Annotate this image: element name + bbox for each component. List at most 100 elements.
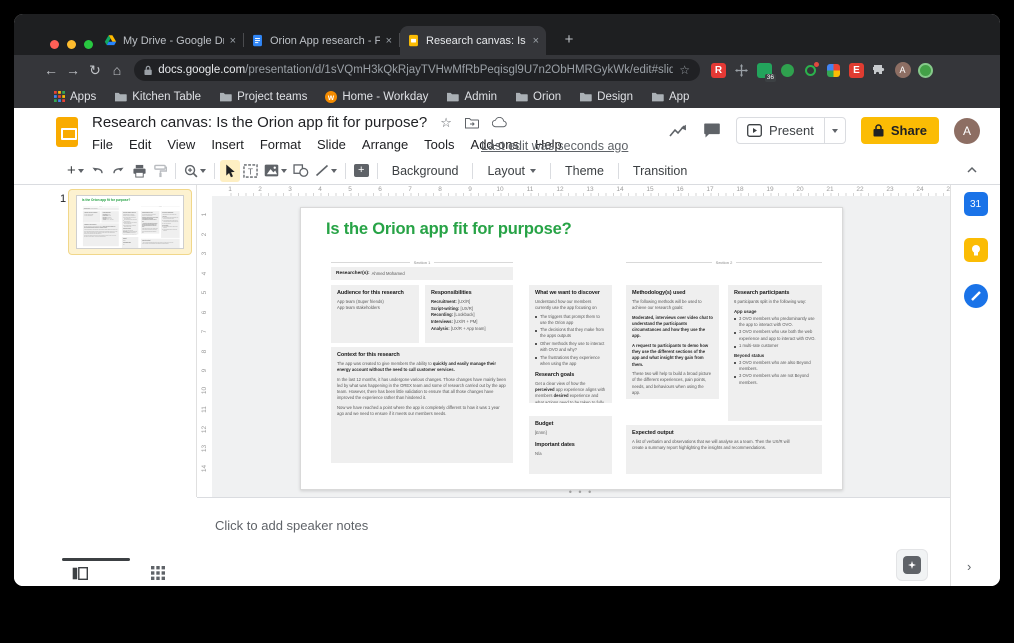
section-1-divider[interactable]: Section 1	[331, 258, 513, 266]
extension-e-icon[interactable]: E	[848, 62, 865, 79]
new-tab-button[interactable]: +	[559, 30, 579, 50]
bookmark-design[interactable]: Design	[579, 91, 633, 103]
extension-green-chat-icon[interactable]: 36	[756, 62, 773, 79]
undo-button[interactable]	[87, 160, 108, 182]
participants-card[interactable]: Research participants 6 participants spl…	[161, 211, 180, 238]
menu-item[interactable]: File	[92, 137, 113, 152]
zoom-window-button[interactable]	[84, 40, 93, 49]
back-button[interactable]: ←	[40, 59, 62, 81]
slide-title[interactable]: Is the Orion app fit for purpose?	[326, 220, 571, 239]
reload-button[interactable]: ↻	[84, 59, 106, 81]
tab-research-canvas[interactable]: Research canvas: Is the Orion ×	[400, 26, 546, 55]
slide-title[interactable]: Is the Orion app fit for purpose?	[82, 198, 130, 202]
explore-button[interactable]	[896, 549, 928, 581]
minimize-window-button[interactable]	[67, 40, 76, 49]
browser-menu-icon[interactable]	[917, 62, 934, 79]
menu-item[interactable]: Arrange	[362, 137, 408, 152]
print-button[interactable]	[129, 160, 150, 182]
context-card[interactable]: Context for this research The app was cr…	[331, 347, 513, 463]
tab-close-icon[interactable]: ×	[230, 35, 236, 47]
slides-logo-icon[interactable]	[56, 117, 78, 147]
menu-item[interactable]: Format	[260, 137, 301, 152]
document-title[interactable]: Research canvas: Is the Orion app fit fo…	[92, 114, 427, 131]
calendar-icon[interactable]: 31	[963, 191, 989, 217]
menu-item[interactable]: Slide	[317, 137, 346, 152]
insert-line-button[interactable]	[312, 160, 340, 182]
home-button[interactable]: ⌂	[106, 59, 128, 81]
audience-card[interactable]: Audience for this research App team (Sup…	[331, 285, 419, 343]
last-edit-status[interactable]: Last edit was seconds ago	[481, 139, 628, 153]
bookmark-project-teams[interactable]: Project teams	[219, 91, 307, 103]
bookmark-home-workday[interactable]: w Home - Workday	[325, 91, 428, 103]
methodology-card[interactable]: Methodology(s) used The following method…	[626, 285, 719, 399]
slide-page[interactable]: Is the Orion app fit for purpose? Sectio…	[300, 207, 843, 490]
extension-green-dot-icon[interactable]	[779, 62, 796, 79]
insert-image-button[interactable]	[261, 160, 290, 182]
bookmark-kitchen-table[interactable]: Kitchen Table	[114, 91, 201, 103]
present-dropdown-button[interactable]	[824, 118, 845, 143]
bookmark-admin[interactable]: Admin	[446, 91, 497, 103]
researcher-bar[interactable]: Researcher(s): Ahmed Mohamed	[331, 267, 513, 280]
paint-format-button[interactable]	[150, 160, 170, 182]
expected-output-card[interactable]: Expected output A list of verbatim and o…	[626, 425, 822, 474]
filmstrip-scroll-indicator[interactable]	[62, 558, 130, 561]
extension-move-icon[interactable]	[733, 62, 750, 79]
transition-button[interactable]: Transition	[624, 164, 696, 178]
responsibilities-card[interactable]: Responsibilities Recruitment: [UX/R]Scri…	[101, 211, 118, 222]
menu-item[interactable]: Edit	[129, 137, 151, 152]
participants-card[interactable]: Research participants 6 participants spl…	[728, 285, 822, 421]
researcher-bar[interactable]: Researcher(s): Ahmed Mohamed	[83, 208, 119, 211]
section-2-divider[interactable]: Section 2	[141, 206, 180, 208]
insert-shape-button[interactable]	[290, 160, 312, 182]
menu-item[interactable]: View	[167, 137, 195, 152]
activity-icon[interactable]	[668, 123, 688, 139]
redo-button[interactable]	[108, 160, 129, 182]
expected-output-card[interactable]: Expected output A list of verbatim and o…	[141, 239, 180, 249]
forward-button[interactable]: →	[62, 59, 84, 81]
bookmark-orion[interactable]: Orion	[515, 91, 561, 103]
discover-card[interactable]: What we want to discover Understand how …	[529, 285, 612, 403]
extensions-puzzle-icon[interactable]	[871, 62, 888, 79]
bookmark-apps[interactable]: Apps	[54, 91, 96, 103]
theme-button[interactable]: Theme	[556, 164, 613, 178]
extension-c-ring-icon[interactable]	[802, 62, 819, 79]
section-2-divider[interactable]: Section 2	[626, 258, 822, 266]
discover-card[interactable]: What we want to discover Understand how …	[122, 211, 138, 234]
present-button[interactable]: Present	[737, 123, 824, 138]
text-box-tool-button[interactable]: T	[240, 160, 261, 182]
speaker-notes[interactable]: Click to add speaker notes	[197, 497, 950, 562]
context-card[interactable]: Context for this research The app was cr…	[83, 223, 119, 246]
tab-close-icon[interactable]: ×	[533, 35, 539, 47]
insert-placeholder-button[interactable]: +	[351, 160, 372, 182]
slide-thumbnail[interactable]: Is the Orion app fit for purpose? Sectio…	[68, 189, 192, 255]
collapse-toolbar-icon[interactable]	[966, 164, 978, 176]
menu-item[interactable]: Insert	[211, 137, 244, 152]
responsibilities-card[interactable]: Responsibilities Recruitment: [UX/R]Scri…	[425, 285, 513, 343]
comment-icon[interactable]	[703, 122, 721, 139]
tasks-icon[interactable]	[963, 283, 989, 309]
extension-r-icon[interactable]: R	[710, 62, 727, 79]
new-slide-button[interactable]: +	[64, 160, 87, 182]
star-document-icon[interactable]: ☆	[440, 115, 452, 131]
bookmark-app[interactable]: App	[651, 91, 689, 103]
close-window-button[interactable]	[50, 40, 59, 49]
budget-card[interactable]: Budget [£nnn] Important dates N/a	[122, 237, 138, 248]
methodology-card[interactable]: Methodology(s) used The following method…	[141, 211, 159, 233]
move-folder-icon[interactable]	[465, 117, 479, 129]
grid-view-button[interactable]	[149, 564, 167, 582]
extension-colorful-icon[interactable]	[825, 62, 842, 79]
bookmark-star-icon[interactable]: ☆	[679, 63, 690, 77]
zoom-button[interactable]	[181, 160, 209, 182]
menu-item[interactable]: Tools	[424, 137, 454, 152]
keep-icon[interactable]	[963, 237, 989, 263]
notes-resize-handle[interactable]: • • •	[569, 487, 593, 497]
url-field[interactable]: docs.google.com/presentation/d/1sVQmH3kQ…	[134, 59, 700, 81]
browser-profile-avatar[interactable]: A	[894, 62, 911, 79]
tab-orion-doc[interactable]: Orion App research - February ×	[244, 26, 399, 55]
audience-card[interactable]: Audience for this research App team (Sup…	[83, 211, 100, 222]
tab-my-drive[interactable]: My Drive - Google Drive ×	[97, 26, 243, 55]
cloud-status-icon[interactable]	[492, 117, 507, 128]
select-tool-button[interactable]	[220, 160, 240, 182]
layout-button[interactable]: Layout	[478, 164, 545, 178]
slide-canvas[interactable]: Is the Orion app fit for purpose? Sectio…	[212, 196, 950, 497]
